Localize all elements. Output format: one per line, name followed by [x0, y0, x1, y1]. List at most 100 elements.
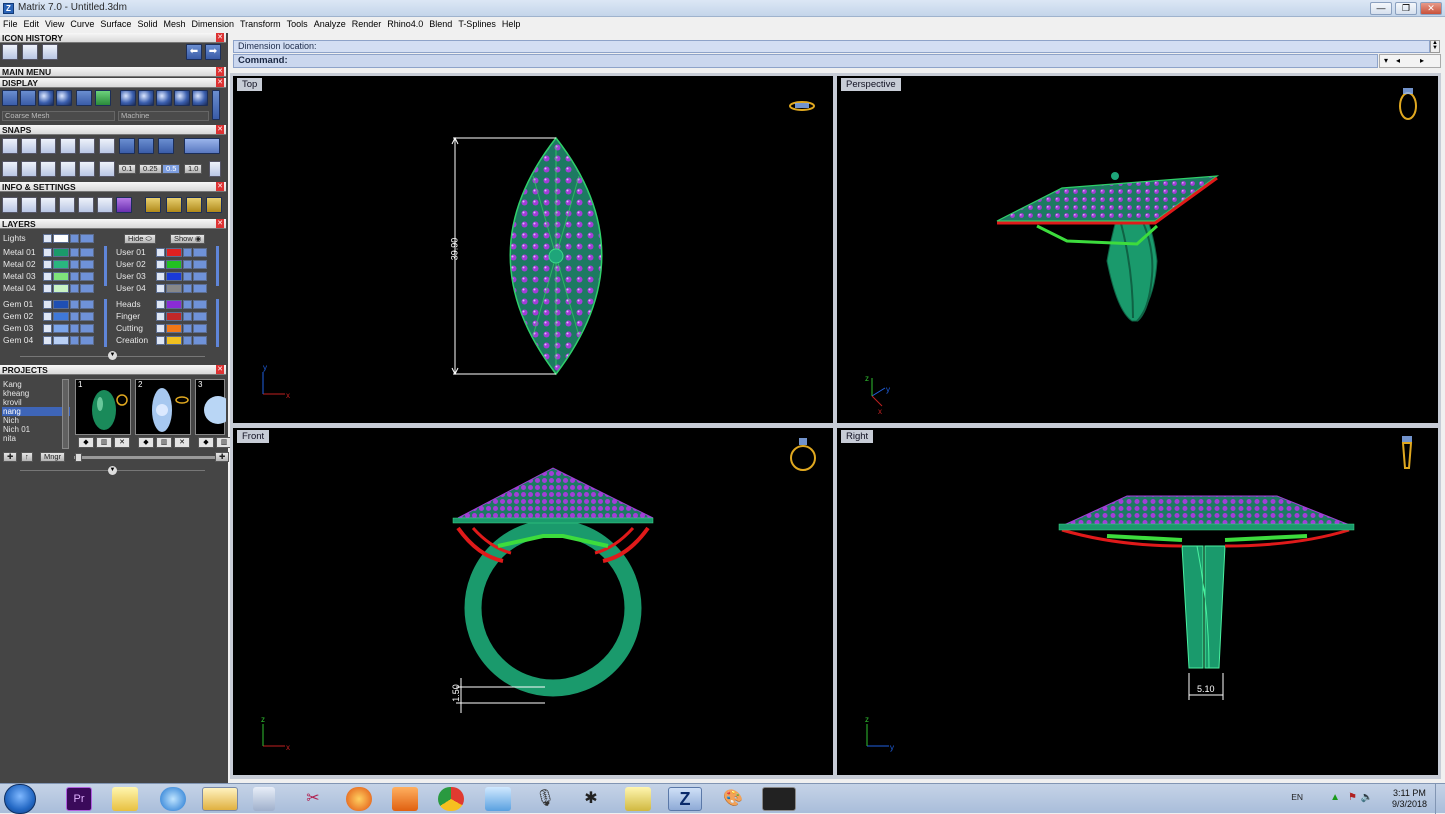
snap-step-1-0-button[interactable]: 1.0 — [184, 164, 203, 174]
menu-surface[interactable]: Surface — [97, 17, 134, 31]
layer-row[interactable]: Metal 04 — [3, 283, 109, 294]
layer-color-swatch[interactable] — [53, 336, 69, 345]
delete-icon[interactable]: ✕ — [174, 437, 190, 448]
app-icon[interactable] — [485, 787, 511, 811]
viewport-perspective[interactable]: z y x Perspective — [837, 76, 1438, 423]
menu-tools[interactable]: Tools — [284, 17, 311, 31]
layer-expand-icon[interactable] — [156, 284, 165, 293]
layer-expand-icon[interactable] — [156, 336, 165, 345]
layer-visible-icon[interactable] — [80, 324, 94, 333]
zbrush-icon[interactable]: ✱ — [578, 787, 604, 811]
command-scroll-icon[interactable]: ▲ ▼ — [1430, 40, 1440, 53]
layer-color-swatch[interactable] — [53, 272, 69, 281]
layer-color-swatch[interactable] — [53, 248, 69, 257]
projects-scrollbar[interactable] — [62, 379, 69, 449]
layer-lock-icon[interactable] — [183, 300, 192, 309]
menu-file[interactable]: File — [0, 17, 21, 31]
layer-lock-icon[interactable] — [183, 324, 192, 333]
material-sphere-icon[interactable] — [192, 90, 208, 106]
layer-visible-icon[interactable] — [193, 284, 207, 293]
history-tool-icon[interactable] — [2, 44, 18, 60]
layer-row[interactable]: Heads — [116, 299, 222, 310]
layer-color-swatch[interactable] — [166, 336, 182, 345]
snap-step-0-5-button[interactable]: 0.5 — [162, 164, 181, 174]
close-icon[interactable]: ✕ — [216, 33, 224, 42]
project-list-item[interactable]: krovil — [2, 398, 70, 407]
snap-tan-icon[interactable] — [138, 138, 154, 154]
layer-color-swatch[interactable] — [166, 300, 182, 309]
cube-icon[interactable] — [116, 197, 132, 213]
info-icon[interactable] — [40, 197, 56, 213]
info-settings-header[interactable]: INFO & SETTINGS ✕ — [0, 182, 226, 192]
planar-icon[interactable] — [40, 161, 56, 177]
project-thumbnail-2[interactable]: 2 — [135, 379, 191, 435]
file-explorer-icon[interactable] — [202, 787, 238, 811]
ortho-icon[interactable] — [21, 161, 37, 177]
menu-render[interactable]: Render — [349, 17, 385, 31]
layer-expand-icon[interactable] — [43, 260, 52, 269]
snap-step-0-25-button[interactable]: 0.25 — [139, 164, 162, 174]
viewport-label-right[interactable]: Right — [841, 430, 874, 443]
viewport-right[interactable]: z y 5.10 Right — [837, 428, 1438, 775]
menu-transform[interactable]: Transform — [237, 17, 284, 31]
layer-row[interactable]: Metal 03 — [3, 271, 109, 282]
project-thumbnail-3[interactable]: 3 — [195, 379, 232, 435]
layer-visible-icon[interactable] — [80, 248, 94, 257]
layer-row[interactable]: Finger — [116, 311, 222, 322]
layer-expand-icon[interactable] — [43, 272, 52, 281]
close-icon[interactable]: ✕ — [216, 78, 224, 87]
sticky-notes-icon[interactable] — [112, 787, 138, 811]
layer-color-swatch[interactable] — [53, 260, 69, 269]
layers-header[interactable]: LAYERS ✕ — [0, 219, 226, 229]
layer-expand-icon[interactable] — [43, 324, 52, 333]
layer-lock-icon[interactable] — [70, 234, 79, 243]
chevron-left-icon[interactable]: ◂ — [1396, 55, 1400, 67]
layer-lock-icon[interactable] — [70, 324, 79, 333]
project-list-item[interactable]: nita — [2, 434, 70, 443]
show-desktop-button[interactable] — [1435, 784, 1445, 814]
media-player-icon[interactable] — [392, 787, 418, 811]
alert-icon[interactable]: ⚑ — [1348, 792, 1357, 803]
snaps-header[interactable]: SNAPS ✕ — [0, 125, 226, 135]
layer-visible-icon[interactable] — [193, 260, 207, 269]
grid-snap-icon[interactable] — [2, 161, 18, 177]
layer-row[interactable]: Gem 03 — [3, 323, 109, 334]
collapse-chevron-icon[interactable]: ▼ — [108, 466, 117, 475]
calculator-icon[interactable] — [253, 787, 275, 811]
layer-lock-icon[interactable] — [70, 300, 79, 309]
layer-color-swatch[interactable] — [166, 284, 182, 293]
material-sphere-icon[interactable] — [174, 90, 190, 106]
layer-color-swatch[interactable] — [166, 312, 182, 321]
display-toggle-icon[interactable] — [212, 90, 220, 120]
layer-row[interactable]: Cutting — [116, 323, 222, 334]
snap-quad-icon[interactable] — [158, 138, 174, 154]
add-project-button[interactable]: ✚ — [3, 452, 18, 462]
viewport-label-front[interactable]: Front — [237, 430, 270, 443]
project-list-item[interactable]: nang — [2, 407, 70, 416]
history-tool-icon[interactable] — [42, 44, 58, 60]
layer-expand-icon[interactable] — [156, 300, 165, 309]
menu-rhino4[interactable]: Rhino4.0 — [384, 17, 426, 31]
layer-expand-icon[interactable] — [156, 260, 165, 269]
project-list-item[interactable]: Kang — [2, 380, 70, 389]
settings-gear-icon[interactable] — [2, 197, 18, 213]
add-icon[interactable]: ◆ — [198, 437, 214, 448]
menu-mesh[interactable]: Mesh — [160, 17, 188, 31]
history-back-arrow-icon[interactable]: ⬅ — [186, 44, 202, 60]
layer-color-swatch[interactable] — [166, 260, 182, 269]
layer-visible-icon[interactable] — [80, 300, 94, 309]
layer-expand-icon[interactable] — [43, 248, 52, 257]
layer-lock-icon[interactable] — [183, 272, 192, 281]
wireframe-display-icon[interactable] — [2, 90, 18, 106]
snap-end-icon[interactable] — [2, 138, 18, 154]
project-thumbnail-1[interactable]: 1 — [75, 379, 131, 435]
render-display-icon[interactable] — [38, 90, 54, 106]
bookmark-icon[interactable] — [186, 197, 202, 213]
layer-expand-icon[interactable] — [156, 324, 165, 333]
material-sphere-icon[interactable] — [120, 90, 136, 106]
layers-icon[interactable]: ▥ — [96, 437, 112, 448]
document-icon[interactable] — [78, 197, 94, 213]
network-icon[interactable]: ▲ — [1330, 792, 1340, 803]
projects-list[interactable]: Kang kheang krovil nang Nich Nich 01 nita — [2, 380, 70, 456]
viewport-label-perspective[interactable]: Perspective — [841, 78, 901, 91]
